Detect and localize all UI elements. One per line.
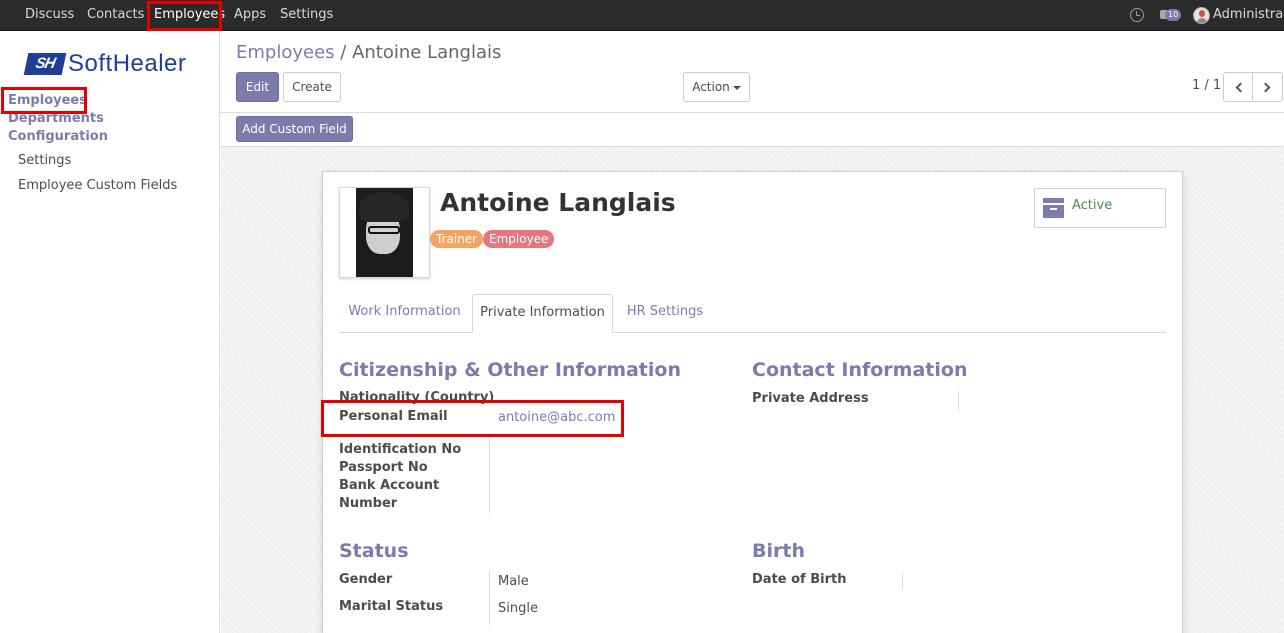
tab-work-information[interactable]: Work Information (339, 294, 470, 333)
archive-box-icon (1043, 198, 1064, 218)
sidebar-item-settings[interactable]: Settings (18, 153, 71, 168)
employee-name: Antoine Langlais (440, 188, 676, 217)
bank-account-label-line2: Number (339, 496, 398, 511)
logo-mark: SH (23, 53, 67, 75)
passport-no-label: Passport No (339, 460, 428, 475)
status-field-divider (489, 571, 490, 625)
marital-status-value: Single (498, 601, 538, 616)
create-button[interactable]: Create (283, 72, 341, 102)
edit-button[interactable]: Edit (236, 72, 279, 102)
annotation-highlight-personal-email (321, 400, 624, 437)
chevron-left-icon (1235, 82, 1246, 93)
gender-label: Gender (339, 572, 393, 587)
citizenship-field-divider (489, 433, 490, 513)
breadcrumb-employees[interactable]: Employees (236, 42, 335, 63)
action-dropdown[interactable]: Action (683, 72, 750, 102)
user-menu-name[interactable]: Administrator (1213, 0, 1284, 30)
birth-section-title: Birth (752, 540, 805, 562)
user-avatar[interactable] (1193, 7, 1210, 24)
top-navbar: Discuss Contacts Employees Apps Settings… (0, 0, 1284, 31)
tab-hr-settings[interactable]: HR Settings (615, 294, 715, 333)
date-of-birth-label: Date of Birth (752, 572, 847, 587)
breadcrumb: Employees / Antoine Langlais (236, 42, 501, 63)
sidebar-item-employee-custom-fields[interactable]: Employee Custom Fields (18, 178, 177, 193)
breadcrumb-current: Antoine Langlais (352, 42, 502, 63)
pager-next-button[interactable] (1252, 72, 1283, 102)
citizenship-section-title: Citizenship & Other Information (339, 359, 681, 381)
tag-employee: Employee (483, 230, 555, 248)
menu-apps[interactable]: Apps (234, 0, 266, 31)
pager-value: 1 / 1 (1192, 78, 1222, 93)
control-panel-divider (220, 112, 1284, 113)
status-section-title: Status (339, 540, 409, 562)
add-custom-field-button[interactable]: Add Custom Field (236, 116, 353, 142)
breadcrumb-separator: / (340, 42, 347, 63)
tab-private-information[interactable]: Private Information (472, 294, 613, 333)
private-address-field[interactable] (958, 391, 959, 412)
activity-clock-icon[interactable] (1130, 8, 1144, 22)
active-toggle-button[interactable]: Active (1034, 188, 1166, 228)
marital-status-label: Marital Status (339, 599, 444, 614)
logo-text: SoftHealer (68, 50, 187, 77)
annotation-highlight-employees-link (1, 87, 87, 114)
pager-previous-button[interactable] (1223, 72, 1254, 102)
photo-glasses (368, 226, 400, 234)
tab-divider (339, 332, 1166, 333)
bank-account-label-line1: Bank Account (339, 478, 440, 493)
action-dropdown-label: Action (692, 80, 730, 94)
chevron-right-icon (1260, 82, 1271, 93)
employee-photo-image (356, 188, 413, 277)
sidebar: SH SoftHealer Employees Departments Conf… (0, 32, 220, 633)
company-logo: SH SoftHealer (23, 50, 187, 78)
contact-section-title: Contact Information (752, 359, 968, 381)
active-status-label: Active (1072, 198, 1113, 213)
private-address-label: Private Address (752, 391, 869, 406)
menu-settings[interactable]: Settings (280, 0, 333, 31)
caret-down-icon (732, 85, 741, 90)
identification-no-label: Identification No (339, 442, 462, 457)
photo-hair (359, 192, 409, 222)
gender-value: Male (498, 574, 529, 589)
messages-count-badge[interactable]: 10 (1165, 9, 1182, 21)
menu-discuss[interactable]: Discuss (25, 0, 74, 31)
date-of-birth-field[interactable] (902, 572, 903, 590)
annotation-highlight-employees-menu (147, 1, 222, 31)
menu-contacts[interactable]: Contacts (87, 0, 144, 31)
sidebar-item-configuration[interactable]: Configuration (8, 129, 108, 144)
tag-trainer: Trainer (430, 230, 484, 248)
employee-photo[interactable] (339, 187, 430, 278)
